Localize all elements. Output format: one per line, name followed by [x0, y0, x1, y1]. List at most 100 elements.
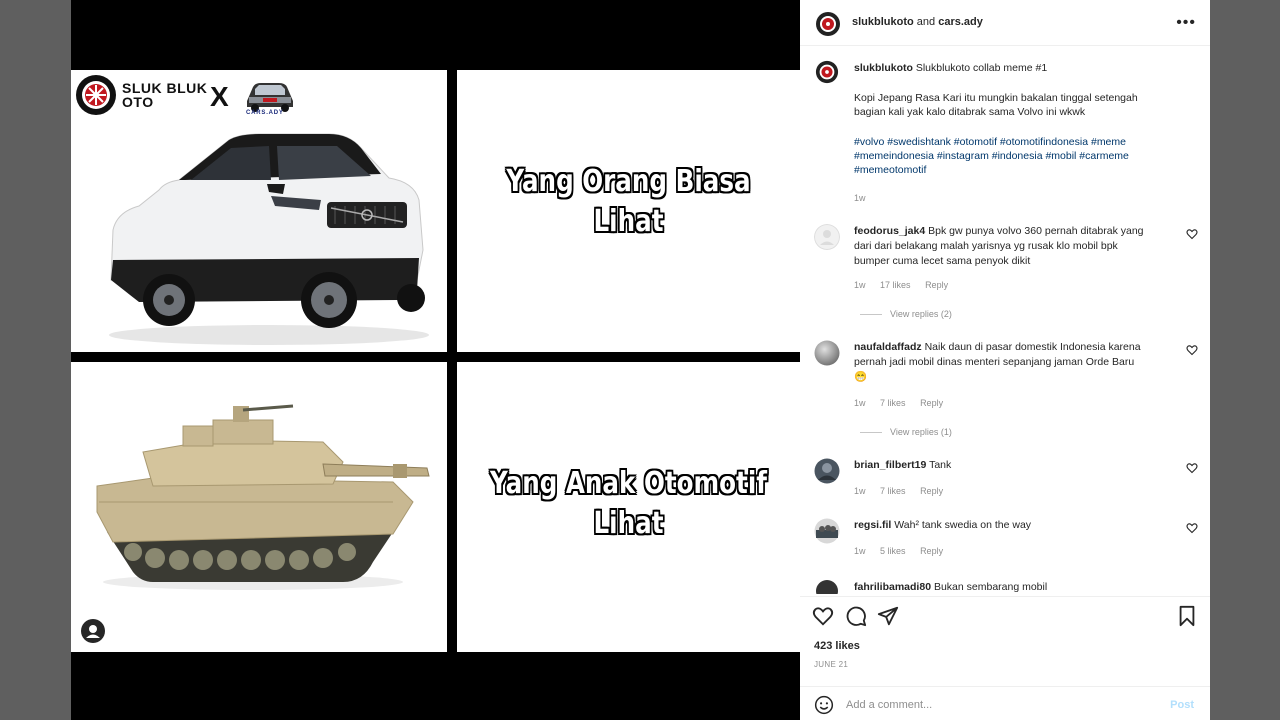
comment-meta: 1w 17 likes Reply: [854, 280, 960, 290]
more-horizontal-icon[interactable]: •••: [1176, 14, 1196, 32]
caption-hashtags-line3[interactable]: #memeotomotif: [854, 163, 1174, 178]
comment-text: feodorus_jak4 Bpk gw punya volvo 360 per…: [854, 224, 1174, 269]
carsady-logo-text: CARS.ADY: [246, 110, 284, 116]
collab-x: X: [210, 81, 229, 112]
user-silhouette-icon: [86, 625, 100, 638]
logo-text-line1: SLUK BLUK: [122, 80, 208, 96]
comment-emoji: 😁: [854, 371, 868, 383]
meme-caption-top: Yang Orang Biasa Lihat: [488, 162, 769, 242]
like-heart-icon[interactable]: [812, 605, 834, 627]
comment-input[interactable]: Add a comment...: [846, 699, 932, 711]
comment-bubble-icon[interactable]: [845, 605, 867, 627]
coauthor-username[interactable]: cars.ady: [938, 16, 983, 28]
post-sidebar: slukblukoto and cars.ady ••• slukblukoto…: [800, 0, 1210, 720]
author-avatar-icon: [816, 12, 840, 36]
post-header: slukblukoto and cars.ady •••: [800, 0, 1210, 46]
caption-body-line2: bagian kali yak kalo ditabrak sama Volvo…: [854, 106, 1086, 118]
caption-body-line1: Kopi Jepang Rasa Kari itu mungkin bakala…: [854, 92, 1138, 104]
comment-username[interactable]: brian_filbert19: [854, 459, 926, 471]
comment-item-partial: fahrilibamadi80 Bukan sembarang mobil: [800, 578, 1210, 594]
commenter-avatar[interactable]: [814, 340, 840, 366]
default-avatar-icon: [814, 224, 840, 250]
meme-panel-text-top: Yang Orang Biasa Lihat: [457, 70, 800, 352]
author-username[interactable]: slukblukoto: [852, 16, 914, 28]
caption-timestamp[interactable]: 1w: [854, 191, 1174, 206]
comment-text-line1: Wah² tank swedia on the way: [894, 519, 1032, 531]
post-likes-count[interactable]: 423 likes: [814, 640, 860, 652]
comment-username[interactable]: naufaldaffadz: [854, 341, 922, 353]
meme-caption-bottom-line1: Yang Anak Otomotif: [490, 466, 767, 501]
comment-time[interactable]: 1w: [854, 398, 866, 408]
caption-avatar[interactable]: [815, 60, 839, 84]
meme-panel-text-bottom: Yang Anak Otomotif Lihat: [457, 362, 800, 652]
bookmark-icon[interactable]: [1176, 605, 1198, 627]
caption-title: Slukblukoto collab meme #1: [915, 62, 1048, 74]
comment-meta: 1w 5 likes Reply: [854, 546, 955, 556]
commenter-avatar[interactable]: [814, 224, 840, 250]
comment-text-line1: Bukan sembarang mobil: [933, 581, 1048, 593]
like-comment-heart-icon[interactable]: [1186, 228, 1198, 240]
volvo-suv-image: [109, 133, 429, 345]
comment-text-line3: bumper cuma lecet sama penyok dikit: [854, 255, 1031, 267]
comment-likes[interactable]: 7 likes: [880, 486, 906, 496]
slukblukoto-logo-text: SLUK BLUK OTO: [122, 81, 207, 109]
logo-text-line2: OTO: [122, 94, 154, 110]
commenter-avatar[interactable]: [814, 518, 840, 544]
comment-likes[interactable]: 7 likes: [880, 398, 906, 408]
commenter-avatar[interactable]: [814, 458, 840, 484]
group-photo-avatar-icon: [814, 518, 840, 544]
comment-meta: 1w 7 likes Reply: [854, 486, 955, 496]
meme-panel-tank: [71, 362, 447, 652]
emoji-icon[interactable]: [814, 695, 834, 715]
comment-text-line2: pernah jadi mobil dinas menteri sepanjan…: [854, 356, 1135, 368]
post-date: JUNE 21: [814, 660, 849, 669]
comment-text-line2: dari dari belakang malah yarisnya yg rus…: [854, 240, 1118, 252]
comment-username[interactable]: regsi.fil: [854, 519, 891, 531]
comment-time[interactable]: 1w: [854, 280, 866, 290]
post-image[interactable]: SLUK BLUK OTO X CARS.ADY Yang Orang Bias…: [71, 0, 800, 720]
comment-text: regsi.fil Wah² tank swedia on the way: [854, 518, 1174, 533]
meme-caption-bottom: Yang Anak Otomotif Lihat: [488, 464, 769, 544]
caption-avatar-icon: [815, 60, 839, 84]
tagged-user-icon[interactable]: [81, 619, 105, 643]
caption-username[interactable]: slukblukoto: [854, 62, 913, 74]
meme-panel-car: SLUK BLUK OTO X CARS.ADY: [71, 70, 447, 352]
comment-reply-button[interactable]: Reply: [920, 398, 943, 408]
collab-logos: SLUK BLUK OTO X CARS.ADY: [74, 73, 304, 117]
share-paper-plane-icon[interactable]: [877, 605, 899, 627]
comment-time[interactable]: 1w: [854, 546, 866, 556]
comment-meta: 1w 7 likes Reply: [854, 398, 955, 408]
author-avatar[interactable]: [815, 11, 841, 37]
post-comment-button[interactable]: Post: [1170, 699, 1194, 711]
meme-caption-bottom-line2: Lihat: [593, 506, 664, 541]
caption-title-line: slukblukoto Slukblukoto collab meme #1: [854, 61, 1174, 76]
comment-likes[interactable]: 5 likes: [880, 546, 906, 556]
add-comment-bar: Add a comment... Post: [800, 686, 1210, 720]
tank-image: [96, 404, 430, 590]
slukblukoto-logo-icon: [76, 75, 116, 115]
caption-hashtags-line1[interactable]: #volvo #swedishtank #otomotif #otomotifi…: [854, 135, 1174, 150]
commenter-avatar[interactable]: [816, 580, 838, 594]
comment-likes[interactable]: 17 likes: [880, 280, 911, 290]
comment-username[interactable]: feodorus_jak4: [854, 225, 925, 237]
meme-caption-top-line1: Yang Orang Biasa: [506, 164, 751, 199]
view-replies-button[interactable]: View replies (1): [860, 427, 952, 437]
comment-text-line1: Naik daun di pasar domestik Indonesia ka…: [924, 341, 1141, 353]
view-replies-button[interactable]: View replies (2): [860, 309, 952, 319]
post-action-bar: [800, 596, 1210, 636]
caption-hashtags-line2[interactable]: #memeindonesia #instagram #indonesia #mo…: [854, 149, 1174, 164]
comment-reply-button[interactable]: Reply: [920, 546, 943, 556]
authors-joiner: and: [916, 16, 936, 28]
comment-text-line1: Bpk gw punya volvo 360 pernah ditabrak y…: [928, 225, 1144, 237]
comment-text-line1: Tank: [929, 459, 952, 471]
like-comment-heart-icon[interactable]: [1186, 522, 1198, 534]
gray-sphere-avatar-icon: [814, 340, 840, 366]
post-authors: slukblukoto and cars.ady: [852, 16, 983, 28]
like-comment-heart-icon[interactable]: [1186, 344, 1198, 356]
comment-time[interactable]: 1w: [854, 486, 866, 496]
comment-reply-button[interactable]: Reply: [920, 486, 943, 496]
like-comment-heart-icon[interactable]: [1186, 462, 1198, 474]
comment-reply-button[interactable]: Reply: [925, 280, 948, 290]
comment-text: fahrilibamadi80 Bukan sembarang mobil: [854, 580, 1174, 594]
comment-username[interactable]: fahrilibamadi80: [854, 581, 931, 593]
